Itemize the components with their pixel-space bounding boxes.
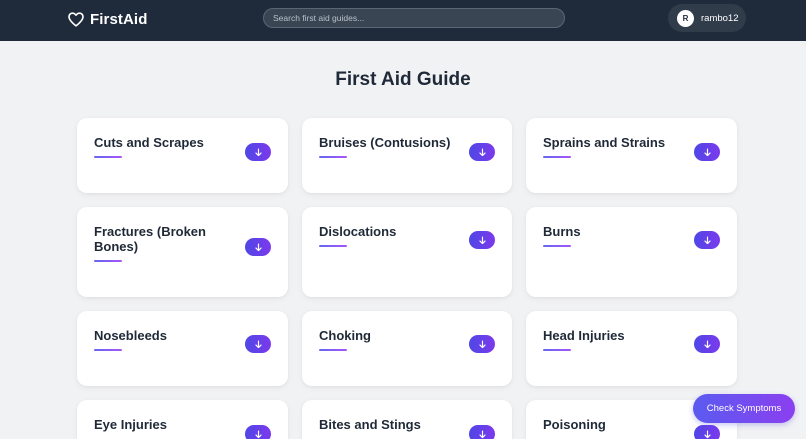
arrow-down-icon xyxy=(254,147,262,156)
page-title: First Aid Guide xyxy=(335,69,471,90)
username: rambo12 xyxy=(701,12,739,24)
expand-button[interactable] xyxy=(469,425,495,439)
arrow-down-icon xyxy=(703,339,711,348)
guide-card-dislocations[interactable]: Dislocations xyxy=(302,207,512,297)
title-underline xyxy=(319,156,347,158)
search-box[interactable] xyxy=(263,8,565,28)
guide-card-title: Choking xyxy=(319,328,371,343)
expand-button[interactable] xyxy=(245,425,271,439)
guide-card-eye-injuries[interactable]: Eye Injuries xyxy=(77,400,288,439)
guide-card-fractures[interactable]: Fractures (Broken Bones) xyxy=(77,207,288,297)
title-underline xyxy=(543,349,571,351)
guide-card-title: Bruises (Contusions) xyxy=(319,135,451,150)
guide-card-title: Nosebleeds xyxy=(94,328,167,343)
guide-card-title: Sprains and Strains xyxy=(543,135,666,150)
guide-card-choking[interactable]: Choking xyxy=(302,311,512,386)
arrow-down-icon xyxy=(478,429,486,438)
guide-card-title: Fractures (Broken Bones) xyxy=(94,224,206,254)
brand-logo[interactable]: FirstAid xyxy=(68,9,147,29)
arrow-down-icon xyxy=(478,339,486,348)
arrow-down-icon xyxy=(254,429,262,438)
title-underline xyxy=(319,349,347,351)
expand-button[interactable] xyxy=(245,335,271,353)
expand-button[interactable] xyxy=(245,238,271,256)
title-underline xyxy=(94,156,122,158)
expand-button[interactable] xyxy=(469,231,495,249)
guide-card-nosebleeds[interactable]: Nosebleeds xyxy=(77,311,288,386)
arrow-down-icon xyxy=(254,242,262,251)
arrow-down-icon xyxy=(703,147,711,156)
title-underline xyxy=(543,156,571,158)
expand-button[interactable] xyxy=(245,143,271,161)
guide-card-bites-and-stings[interactable]: Bites and Stings xyxy=(302,400,512,439)
expand-button[interactable] xyxy=(694,425,720,439)
brand-name: FirstAid xyxy=(90,10,148,28)
expand-button[interactable] xyxy=(694,335,720,353)
title-underline xyxy=(543,245,571,247)
title-underline xyxy=(94,349,122,351)
guide-card-title: Head Injuries xyxy=(543,328,625,343)
expand-button[interactable] xyxy=(469,335,495,353)
heart-outline-icon xyxy=(68,11,84,27)
guide-card-title: Eye Injuries xyxy=(94,417,167,432)
guide-card-burns[interactable]: Burns xyxy=(526,207,737,297)
guide-card-title: Burns xyxy=(543,224,581,239)
top-navbar: FirstAid R rambo12 xyxy=(0,0,806,41)
arrow-down-icon xyxy=(478,235,486,244)
guide-card-bruises[interactable]: Bruises (Contusions) xyxy=(302,118,512,193)
title-underline xyxy=(319,245,347,247)
guide-card-title: Poisoning xyxy=(543,417,606,432)
arrow-down-icon xyxy=(254,339,262,348)
arrow-down-icon xyxy=(703,429,711,438)
guide-card-cuts-and-scrapes[interactable]: Cuts and Scrapes xyxy=(77,118,288,193)
guide-card-head-injuries[interactable]: Head Injuries xyxy=(526,311,737,386)
guide-card-title: Cuts and Scrapes xyxy=(94,135,204,150)
check-symptoms-button[interactable]: Check Symptoms xyxy=(693,394,795,423)
expand-button[interactable] xyxy=(694,231,720,249)
arrow-down-icon xyxy=(703,235,711,244)
arrow-down-icon xyxy=(478,147,486,156)
guide-card-sprains-and-strains[interactable]: Sprains and Strains xyxy=(526,118,737,193)
avatar: R xyxy=(677,9,694,27)
user-menu[interactable]: R rambo12 xyxy=(668,4,746,32)
title-underline xyxy=(94,260,122,262)
expand-button[interactable] xyxy=(469,143,495,161)
search-input[interactable] xyxy=(273,13,564,23)
expand-button[interactable] xyxy=(694,143,720,161)
guide-card-title: Bites and Stings xyxy=(319,417,421,432)
guide-card-title: Dislocations xyxy=(319,224,397,239)
